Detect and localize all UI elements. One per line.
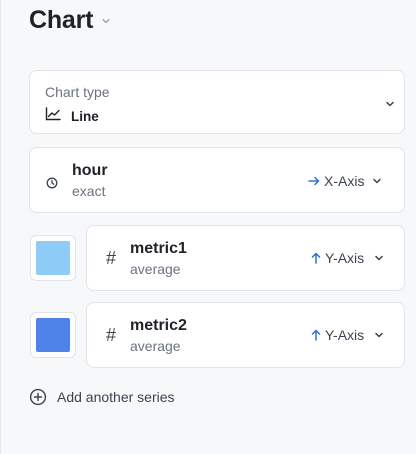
y-axis-select[interactable]: Y-Axis [311,327,384,343]
series-aggregation: average [130,338,181,354]
series-color-picker-metric1[interactable] [30,235,76,281]
hash-icon: # [106,325,117,345]
add-series-button[interactable]: Add another series [29,388,175,406]
series-field-metric2[interactable]: # metric2 average Y-Axis [86,302,405,368]
dimension-name: hour [72,162,108,179]
color-swatch [36,241,70,275]
series-color-picker-metric2[interactable] [30,312,76,358]
arrow-up-icon [311,329,321,341]
chart-config-panel: Chart Chart type Line hour exact X-Axis … [0,0,416,454]
chart-type-value: Line [71,109,99,124]
chart-header-dropdown[interactable]: Chart [29,6,111,35]
plus-circle-icon [29,388,47,406]
axis-label: Y-Axis [325,327,365,343]
series-aggregation: average [130,261,181,277]
line-chart-icon [45,107,61,126]
dimension-field-hour[interactable]: hour exact X-Axis [29,147,405,213]
chevron-down-icon [374,327,384,343]
chart-type-value-row: Line [45,107,99,126]
y-axis-select[interactable]: Y-Axis [311,250,384,266]
arrow-up-icon [311,252,321,264]
hash-icon: # [106,248,117,268]
chevron-down-icon [385,99,395,109]
chevron-down-icon [101,17,111,25]
add-series-label: Add another series [57,389,175,405]
series-name: metric2 [130,317,187,334]
series-name: metric1 [130,240,187,257]
color-swatch [36,318,70,352]
clock-icon [46,176,58,194]
chart-type-select[interactable]: Chart type Line [29,70,405,134]
dimension-binning: exact [72,183,106,199]
page-title: Chart [29,6,94,34]
axis-label: X-Axis [324,173,365,189]
axis-label: Y-Axis [325,250,365,266]
series-field-metric1[interactable]: # metric1 average Y-Axis [86,225,405,291]
arrow-right-icon [308,176,320,186]
chevron-down-icon [374,250,384,266]
chevron-down-icon [372,173,382,189]
x-axis-select[interactable]: X-Axis [308,173,382,189]
chart-type-label: Chart type [45,84,110,100]
